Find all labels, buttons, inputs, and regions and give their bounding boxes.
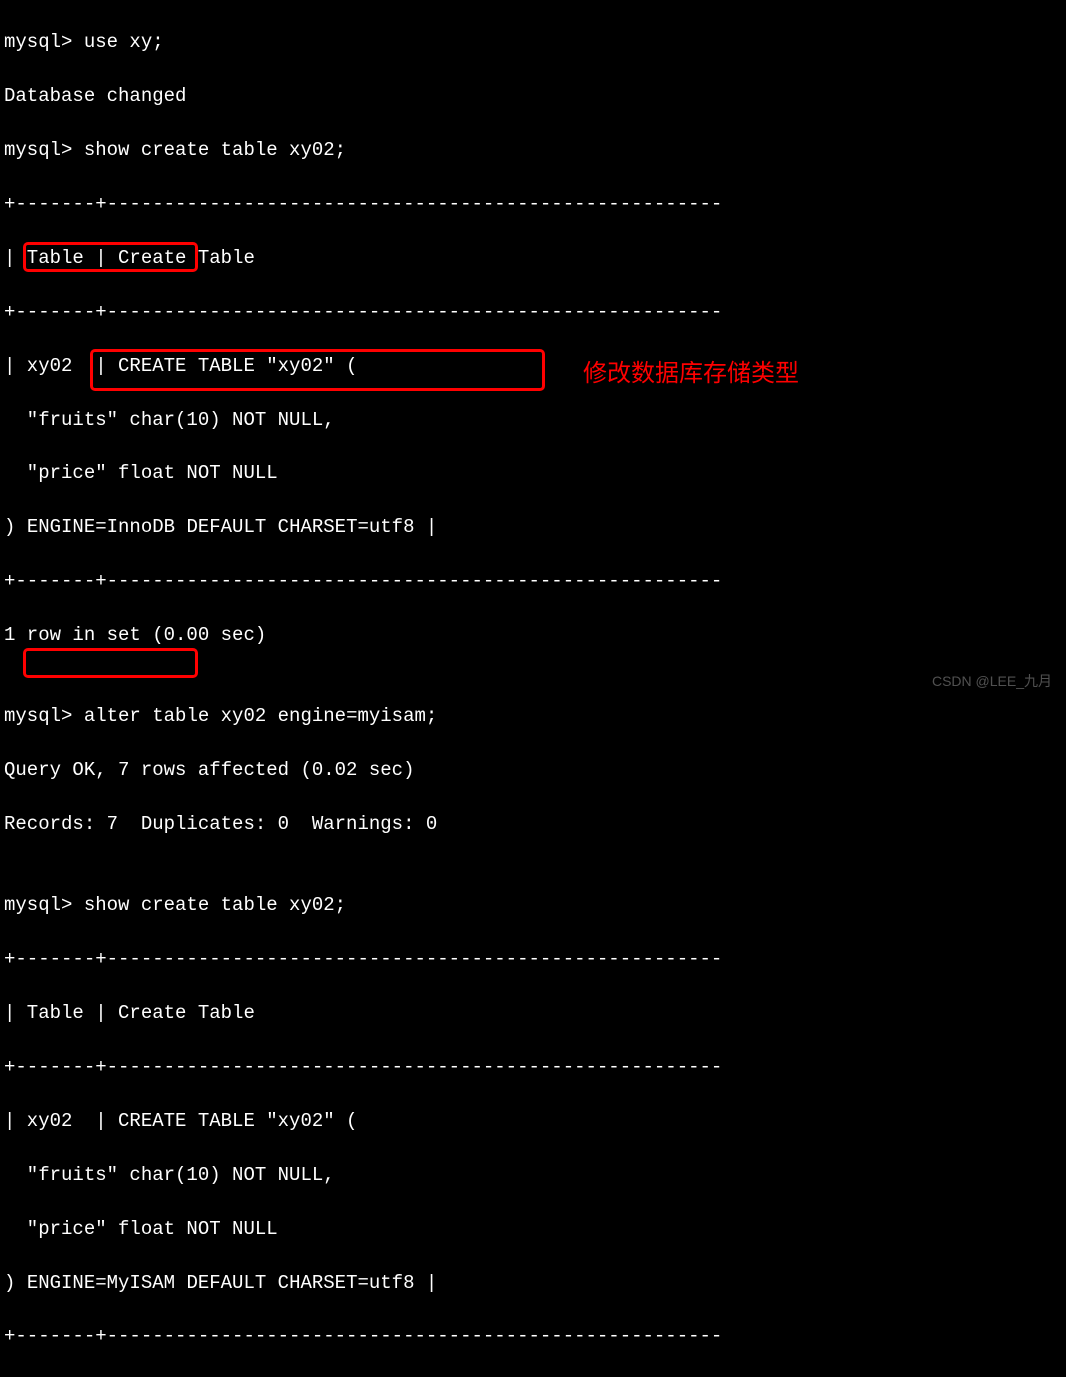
text-fragment: DEFAULT CHARSET=utf8 | [175,516,437,538]
terminal-line: "price" float NOT NULL [4,1216,1066,1243]
terminal-line: | Table | Create Table [4,245,1066,272]
terminal-line: Query OK, 7 rows affected (0.02 sec) [4,757,1066,784]
terminal-line: "fruits" char(10) NOT NULL, [4,407,1066,434]
text-fragment: ) [4,516,27,538]
terminal-line: +-------+-------------------------------… [4,299,1066,326]
engine-myisam-text: ENGINE=MyISAM [27,1272,175,1294]
terminal-line: Database changed [4,83,1066,110]
terminal-line: +-------+-------------------------------… [4,1323,1066,1350]
terminal-output[interactable]: mysql> use xy; Database changed mysql> s… [4,2,1066,1377]
terminal-line: +-------+-------------------------------… [4,946,1066,973]
text-fragment: DEFAULT CHARSET=utf8 | [175,1272,437,1294]
terminal-line: | Table | Create Table [4,1000,1066,1027]
terminal-line: ) ENGINE=MyISAM DEFAULT CHARSET=utf8 | [4,1270,1066,1297]
terminal-line: Records: 7 Duplicates: 0 Warnings: 0 [4,811,1066,838]
terminal-line: 1 row in set (0.00 sec) [4,622,1066,649]
terminal-line: mysql> show create table xy02; [4,892,1066,919]
alter-table-command: alter table xy02 engine=myisam; [84,705,437,727]
text-fragment: ) [4,1272,27,1294]
terminal-line: +-------+-------------------------------… [4,568,1066,595]
terminal-line: "price" float NOT NULL [4,460,1066,487]
terminal-line: | xy02 | CREATE TABLE "xy02" ( [4,353,1066,380]
terminal-line: mysql> use xy; [4,29,1066,56]
terminal-line: | xy02 | CREATE TABLE "xy02" ( [4,1108,1066,1135]
annotation-label: 修改数据库存储类型 [583,357,799,391]
watermark-text: CSDN @LEE_九月 [932,672,1052,692]
engine-innodb-text: ENGINE=InnoDB [27,516,175,538]
mysql-prompt: mysql> [4,705,84,727]
terminal-line: ) ENGINE=InnoDB DEFAULT CHARSET=utf8 | [4,514,1066,541]
terminal-line: +-------+-------------------------------… [4,191,1066,218]
terminal-line: "fruits" char(10) NOT NULL, [4,1162,1066,1189]
terminal-line: +-------+-------------------------------… [4,1054,1066,1081]
terminal-line: mysql> show create table xy02; [4,137,1066,164]
terminal-line: mysql> alter table xy02 engine=myisam; [4,703,1066,730]
